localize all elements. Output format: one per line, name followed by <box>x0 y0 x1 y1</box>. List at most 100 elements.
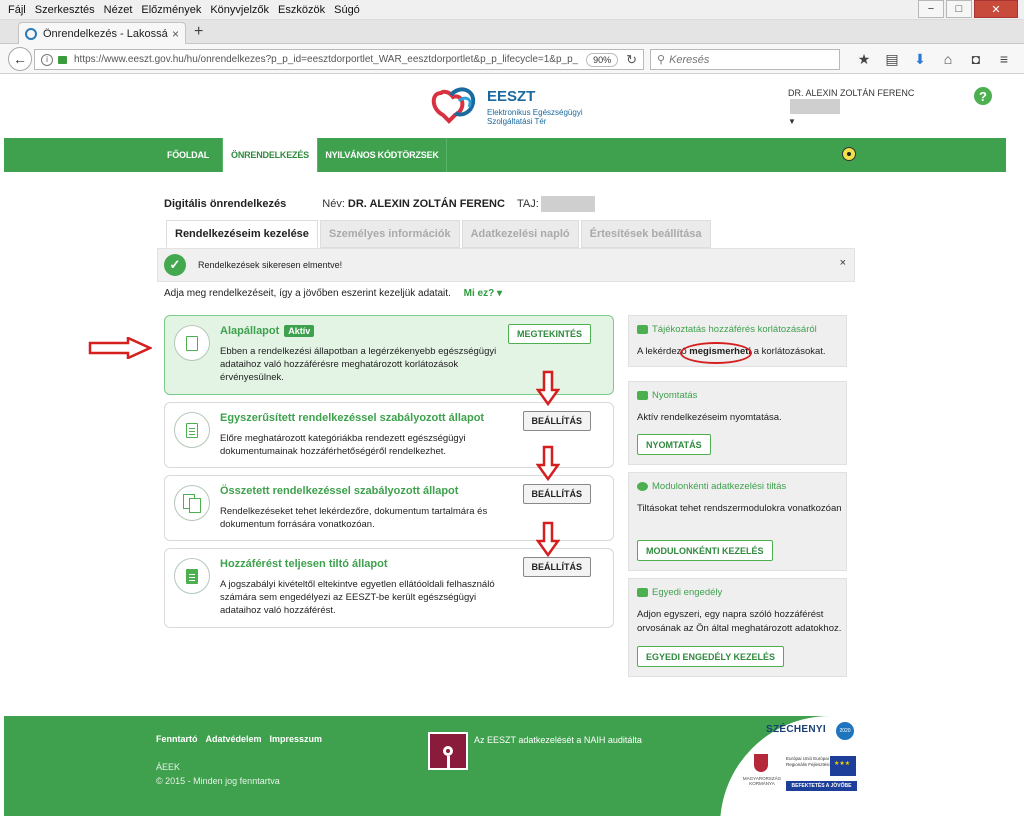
state-description: Előre meghatározott kategóriákba rendeze… <box>220 433 466 457</box>
intro-text: Adja meg rendelkezéseit, így a jövőben e… <box>164 288 451 299</box>
side-head: Tájékoztatás hozzáférés korlátozásáról <box>637 324 817 335</box>
footer-link-privacy[interactable]: Adatvédelem <box>206 734 262 744</box>
menu-tools[interactable]: Eszközök <box>278 4 325 16</box>
menu-help[interactable]: Súgó <box>334 4 360 16</box>
view-button[interactable]: MEGTEKINTÉS <box>507 324 591 344</box>
name-label: Név: <box>322 198 345 210</box>
search-input[interactable] <box>669 53 830 66</box>
sidebar-module-deny: Modulonkénti adatkezelési tiltás Tiltáso… <box>628 472 847 571</box>
annotation-arrow-down-icon <box>536 521 560 557</box>
bookmark-star-icon[interactable]: ★ <box>850 51 878 68</box>
state-card-deny-all: Hozzáférést teljesen tiltó állapot A jog… <box>164 548 614 628</box>
state-description: A jogszabályi kivételtől eltekintve egye… <box>220 579 495 616</box>
alert-message: Rendelkezések sikeresen elmentve! <box>198 260 343 270</box>
state-icon <box>174 325 210 361</box>
side-text-post: a korlátozásokat. <box>751 346 826 357</box>
taj-redacted <box>540 196 595 212</box>
lock-icon <box>58 55 67 64</box>
browser-tabbar: Önrendelkezés - Lakossági Po × + <box>0 20 1024 44</box>
state-description: Rendelkezéseket tehet lekérdezőre, dokum… <box>220 506 488 530</box>
tab-access-log[interactable]: Adatkezelési napló <box>461 220 579 248</box>
nav-onrendelkezes[interactable]: ÖNRENDELKEZÉS <box>223 138 317 172</box>
reload-icon[interactable]: ↻ <box>626 52 637 68</box>
favicon-icon <box>25 27 37 40</box>
info-icon[interactable]: i <box>41 53 53 66</box>
menu-bookmarks[interactable]: Könyvjelzők <box>210 4 269 16</box>
side-title: Modulonkénti adatkezelési tiltás <box>652 481 787 492</box>
download-icon[interactable]: ⬇ <box>906 51 934 68</box>
user-name[interactable]: DR. ALEXIN ZOLTÁN FERENC <box>788 88 914 98</box>
menu-history[interactable]: Előzmények <box>141 4 201 16</box>
browser-tab[interactable]: Önrendelkezés - Lakossági Po × <box>18 22 186 44</box>
document-icon <box>186 335 198 351</box>
zoom-indicator[interactable]: 90% <box>586 52 619 67</box>
investment-banner: BEFEKTETÉS A JÖVŐBE <box>786 781 857 791</box>
naih-key-icon[interactable] <box>428 732 468 770</box>
side-body: Tiltásokat tehet rendszermodulokra vonat… <box>637 503 842 514</box>
side-body: Aktív rendelkezéseim nyomtatása. <box>637 412 782 423</box>
back-button[interactable]: ← <box>8 47 32 71</box>
home-icon[interactable]: ⌂ <box>934 51 962 68</box>
settings-button[interactable]: BEÁLLÍTÁS <box>522 411 591 431</box>
minimize-button[interactable]: − <box>918 0 944 18</box>
tab-close-icon[interactable]: × <box>172 27 179 41</box>
radiation-icon[interactable] <box>842 147 856 161</box>
settings-button[interactable]: BEÁLLÍTÁS <box>522 484 591 504</box>
footer-copyright: © 2015 - Minden jog fenntartva <box>156 776 280 786</box>
browser-menubar: Fájl Szerkesztés Nézet Előzmények Könyvj… <box>0 0 1024 20</box>
module-management-button[interactable]: MODULONKÉNTI KEZELÉS <box>637 540 773 561</box>
close-icon[interactable]: × <box>840 257 846 269</box>
taj-label: TAJ: <box>516 198 539 210</box>
window-close-button[interactable]: ✕ <box>974 0 1018 18</box>
nav-home[interactable]: FŐOLDAL <box>154 138 222 172</box>
magnifier-icon: ⚲ <box>657 54 666 66</box>
what-is-this-link[interactable]: Mi ez? ▾ <box>464 288 502 299</box>
browser-search[interactable]: ⚲ <box>650 49 840 70</box>
menu-edit[interactable]: Szerkesztés <box>35 4 95 16</box>
tab-rendelkezeseim[interactable]: Rendelkezéseim kezelése <box>166 220 318 248</box>
url-text[interactable]: https://www.eeszt.gov.hu/hu/onrendelkeze… <box>74 54 578 65</box>
hungarian-government-text: MAGYARORSZÁG KORMÁNYA <box>742 776 782 786</box>
annotation-arrow-right-icon <box>88 337 152 359</box>
eeszt-logo[interactable]: EESZT Elektronikus Egészségügyi Szolgált… <box>429 83 599 129</box>
check-icon: ✓ <box>164 254 186 276</box>
menu-file[interactable]: Fájl <box>8 4 26 16</box>
settings-button[interactable]: BEÁLLÍTÁS <box>522 557 591 577</box>
footer-link-maintainer[interactable]: Fenntartó <box>156 734 198 744</box>
side-head: Modulonkénti adatkezelési tiltás <box>637 481 786 492</box>
print-button[interactable]: NYOMTATÁS <box>637 434 711 455</box>
page-title-row: Digitális önrendelkezés Név: DR. ALEXIN … <box>164 196 595 212</box>
document-lines-icon <box>186 422 198 438</box>
active-badge: Aktív <box>284 325 315 337</box>
menu-view[interactable]: Nézet <box>104 4 133 16</box>
maximize-button[interactable]: □ <box>946 0 972 18</box>
page-title: Digitális önrendelkezés <box>164 198 287 210</box>
annotation-arrow-down-icon <box>536 445 560 481</box>
new-tab-button[interactable]: + <box>194 23 203 41</box>
tab-notifications[interactable]: Értesítések beállítása <box>580 220 711 248</box>
state-title: Összetett rendelkezéssel szabályozott ál… <box>220 485 459 497</box>
tab-personal-info[interactable]: Személyes információk <box>319 220 460 248</box>
szechenyi-logo: SZÉCHENYI <box>766 724 826 735</box>
browser-navbar: ← i https://www.eeszt.gov.hu/hu/onrendel… <box>0 44 1024 74</box>
user-menu-caret-icon[interactable]: ▼ <box>788 117 796 126</box>
name-value: DR. ALEXIN ZOLTÁN FERENC <box>347 198 505 210</box>
footer-link-imprint[interactable]: Impresszum <box>270 734 323 744</box>
hamburger-menu-icon[interactable]: ≡ <box>990 51 1018 68</box>
pocket-icon[interactable]: ◘ <box>962 51 990 68</box>
state-title: Egyszerűsített rendelkezéssel szabályozo… <box>220 412 485 424</box>
printer-icon <box>637 391 648 400</box>
state-title: Alapállapot <box>220 325 280 337</box>
address-bar[interactable]: i https://www.eeszt.gov.hu/hu/onrendelke… <box>34 49 644 70</box>
eu-flag-icon <box>830 756 856 776</box>
reading-list-icon[interactable]: ▤ <box>878 51 906 68</box>
side-body: Adjon egyszeri, egy napra szóló hozzáfér… <box>637 609 842 634</box>
state-title-row: Alapállapot Aktív <box>220 325 315 337</box>
logo-subtitle: Elektronikus Egészségügyi Szolgáltatási … <box>487 108 583 126</box>
side-title: Nyomtatás <box>652 390 698 401</box>
help-icon[interactable]: ? <box>974 87 992 105</box>
annotation-circle <box>680 342 752 364</box>
subtabs: Rendelkezéseim kezelése Személyes inform… <box>166 220 713 248</box>
individual-permission-button[interactable]: EGYEDI ENGEDÉLY KEZELÉS <box>637 646 785 667</box>
nav-public-codes[interactable]: NYILVÁNOS KÓDTÖRZSEK <box>318 138 446 172</box>
